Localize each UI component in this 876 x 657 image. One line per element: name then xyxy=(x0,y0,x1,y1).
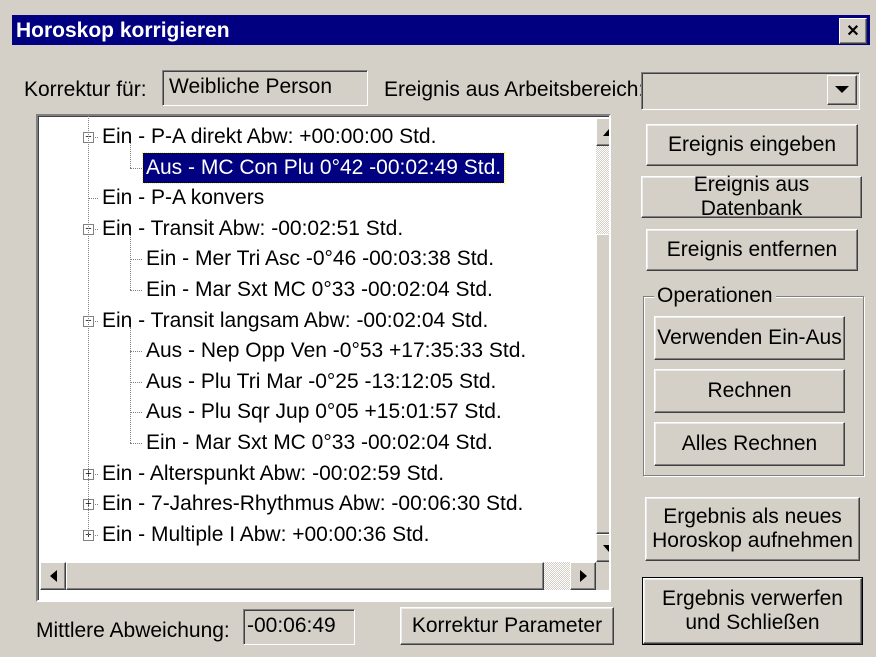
calculate-all-button[interactable]: Alles Rechnen xyxy=(654,422,845,466)
remove-event-button[interactable]: Ereignis entfernen xyxy=(646,229,858,271)
calculate-button[interactable]: Rechnen xyxy=(654,369,845,413)
tree-node[interactable]: Ein - Transit Abw: -00:02:51 Std. − xyxy=(38,214,594,244)
horizontal-scrollbar[interactable] xyxy=(40,562,596,590)
dialog-window: Horoskop korrigieren ✕ Korrektur für: We… xyxy=(0,0,876,657)
tree-node[interactable]: Ein - Multiple I Abw: +00:00:36 Std. + xyxy=(38,520,594,550)
enter-event-button[interactable]: Ereignis eingeben xyxy=(646,124,858,166)
tree-node-label: Aus - Plu Tri Mar -0°25 -13:12:05 Std. xyxy=(146,369,497,393)
tree-connector xyxy=(88,198,98,200)
operations-group-title: Operationen xyxy=(654,284,776,308)
tree-connector xyxy=(130,259,142,261)
arrow-right-icon xyxy=(579,570,587,582)
arrow-down-icon xyxy=(603,544,609,552)
horizontal-scroll-thumb[interactable] xyxy=(66,562,544,590)
tree-node-label: Ein - Alterspunkt Abw: -00:02:59 Std. xyxy=(102,461,445,485)
tree-node[interactable]: Aus - Plu Tri Mar -0°25 -13:12:05 Std. xyxy=(38,367,594,397)
close-icon: ✕ xyxy=(846,23,860,40)
tree-node[interactable]: Ein - P-A direkt Abw: +00:00:00 Std. − xyxy=(38,122,594,152)
title-bar[interactable]: Horoskop korrigieren ✕ xyxy=(12,15,870,45)
result-as-new-horoscope-button[interactable]: Ergebnis als neues Horoskop aufnehmen xyxy=(645,497,860,561)
tree-node[interactable]: Ein - 7-Jahres-Rhythmus Abw: -00:06:30 S… xyxy=(38,489,594,519)
scroll-up-button[interactable] xyxy=(596,118,609,146)
correction-for-field: Weibliche Person xyxy=(162,70,368,106)
scroll-right-button[interactable] xyxy=(570,562,596,590)
tree-vertical-connector xyxy=(130,326,131,443)
correction-parameters-button[interactable]: Korrektur Parameter xyxy=(400,607,614,645)
result-new-line1: Ergebnis als neues xyxy=(663,505,842,528)
mean-deviation-label: Mittlere Abweichung: xyxy=(36,619,230,642)
scroll-down-button[interactable] xyxy=(596,534,609,562)
discard-line1: Ergebnis verwerfen xyxy=(662,587,843,610)
chevron-down-icon xyxy=(835,86,849,93)
tree-connector xyxy=(130,351,142,353)
tree-node-label: Ein - Multiple I Abw: +00:00:36 Std. xyxy=(102,522,430,546)
tree-node[interactable]: Aus - Plu Sqr Jup 0°05 +15:01:57 Std. xyxy=(38,397,594,427)
tree-node-label: Ein - Mar Sxt MC 0°33 -00:02:04 Std. xyxy=(146,431,493,454)
tree-connector xyxy=(130,290,142,291)
tree-node-label: Ein - Mer Tri Asc -0°46 -00:03:38 Std. xyxy=(146,247,495,271)
discard-line2: und Schließen xyxy=(685,611,820,634)
scrollbar-corner xyxy=(596,562,609,590)
event-workspace-select[interactable] xyxy=(641,72,860,110)
scroll-left-button[interactable] xyxy=(40,562,66,590)
tree-node[interactable]: Aus - MC Con Plu 0°42 -00:02:49 Std. xyxy=(38,151,594,184)
tree-node-label: Aus - Nep Opp Ven -0°53 +17:35:33 Std. xyxy=(146,339,527,363)
event-from-database-button[interactable]: Ereignis aus Datenbank xyxy=(641,173,862,220)
tree-vertical-connector xyxy=(88,116,89,535)
tree-node-label: Ein - P-A direkt Abw: +00:00:00 Std. xyxy=(102,125,437,148)
mean-deviation-field: -00:06:49 xyxy=(243,609,355,645)
arrow-left-icon xyxy=(49,570,57,582)
correction-for-label: Korrektur für: xyxy=(24,78,147,101)
event-tree[interactable]: Ein - P-A direkt Abw: +00:00:00 Std. − Aus… xyxy=(36,114,611,602)
tree-node[interactable]: Ein - Alterspunkt Abw: -00:02:59 Std. + xyxy=(38,459,594,489)
vertical-scroll-thumb[interactable] xyxy=(596,234,609,534)
tree-node[interactable]: Aus - Nep Opp Ven -0°53 +17:35:33 Std. xyxy=(38,336,594,366)
arrow-up-icon xyxy=(603,128,609,136)
tree-node-label: Ein - Transit langsam Abw: -00:02:04 Std… xyxy=(102,308,489,332)
event-workspace-label: Ereignis aus Arbeitsbereich: xyxy=(384,78,645,101)
tree-node[interactable]: Ein - Mer Tri Asc -0°46 -00:03:38 Std. xyxy=(38,244,594,274)
scroll-track-upper[interactable] xyxy=(596,146,609,234)
tree-connector xyxy=(130,167,142,169)
tree-node[interactable]: Ein - P-A konvers xyxy=(38,183,594,213)
window-title: Horoskop korrigieren xyxy=(16,19,230,42)
tree-connector xyxy=(130,381,142,383)
tree-node-label: Ein - 7-Jahres-Rhythmus Abw: -00:06:30 S… xyxy=(102,492,524,516)
mean-deviation-value: -00:06:49 xyxy=(247,614,336,637)
tree-vertical-connector xyxy=(130,143,131,168)
tree-node-label: Ein - Transit Abw: -00:02:51 Std. xyxy=(102,216,404,240)
tree-node-label: Aus - Plu Sqr Jup 0°05 +15:01:57 Std. xyxy=(146,400,502,424)
discard-and-close-button[interactable]: Ergebnis verwerfen und Schließen xyxy=(642,577,863,645)
dropdown-button[interactable] xyxy=(827,75,857,105)
tree-node-label: Ein - P-A konvers xyxy=(102,186,265,210)
tree-node-label-selected: Aus - MC Con Plu 0°42 -00:02:49 Std. xyxy=(141,151,506,184)
tree-node[interactable]: Ein - Mar Sxt MC 0°33 -00:02:04 Std. xyxy=(38,428,594,458)
close-button[interactable]: ✕ xyxy=(839,18,867,44)
result-new-line2: Horoskop aufnehmen xyxy=(652,529,853,552)
vertical-scrollbar[interactable] xyxy=(596,118,609,562)
tree-vertical-connector xyxy=(130,234,131,290)
use-in-out-button[interactable]: Verwenden Ein-Aus xyxy=(654,316,845,360)
tree-node-label: Ein - Mar Sxt MC 0°33 -00:02:04 Std. xyxy=(146,278,493,301)
correction-for-value: Weibliche Person xyxy=(169,75,333,98)
tree-connector xyxy=(130,412,142,414)
tree-node[interactable]: Ein - Mar Sxt MC 0°33 -00:02:04 Std. xyxy=(38,275,594,305)
tree-node[interactable]: Ein - Transit langsam Abw: -00:02:04 Std… xyxy=(38,306,594,336)
tree-connector xyxy=(130,443,142,444)
